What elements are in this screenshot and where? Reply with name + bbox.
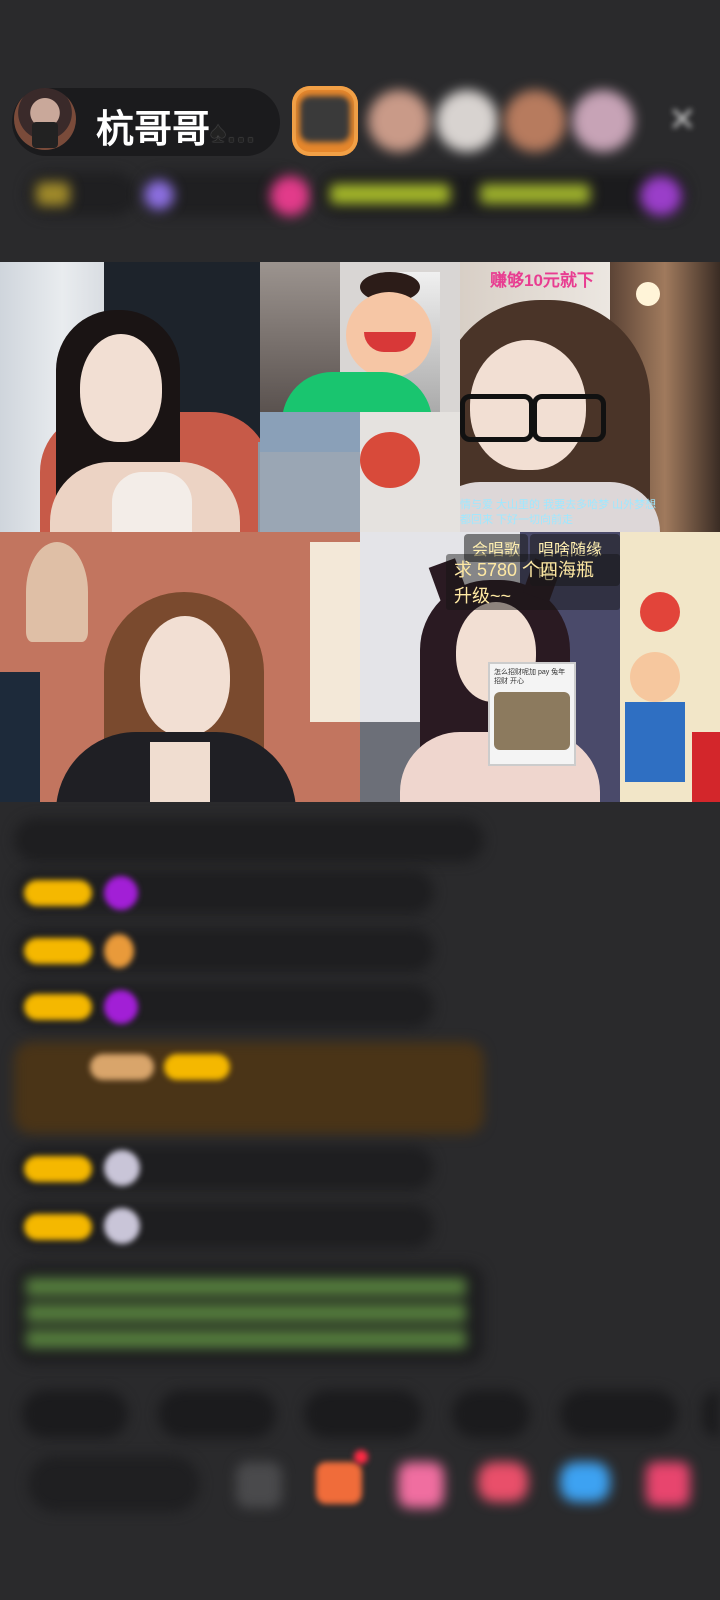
quick-reply-chip[interactable] [304,1390,422,1438]
quick-reply-chip[interactable] [22,1390,128,1438]
activity-icon[interactable] [640,176,682,216]
phone-screen: 怎么招财呢加 pay 兔年招财 开心 [488,662,576,766]
red-envelope [692,732,720,802]
host-name[interactable]: 杭哥哥♠… [96,98,256,153]
level-gem-icon [104,876,138,910]
level-gem-icon [104,1150,140,1186]
video-tile-5[interactable]: 怎么招财呢加 pay 兔年招财 开心 会唱歌 唱啥随缘吧 求 5780 个四海瓶… [360,532,620,802]
quick-reply-chip[interactable] [452,1390,530,1438]
highlight-message [14,1042,484,1134]
glasses-right [532,394,606,442]
neck [150,742,210,802]
gift-icon[interactable] [398,1462,444,1508]
video-tile-3[interactable]: 赚够10元就下 情与爱 大山里的 我要去多哈梦 山外梦想都回来 下好一切向前走 [460,262,720,532]
host-avatar[interactable] [14,88,76,150]
level-gem-icon [104,1208,140,1244]
streamer-face [140,616,230,736]
character-art [630,652,680,702]
fan-badge [24,1156,92,1182]
host-name-text: 杭哥哥 [96,109,211,151]
dreamcatcher [26,542,88,642]
curtain [310,542,360,722]
video-tile-3-background [360,412,460,532]
character-art [640,592,680,632]
phone-overlay-text: 怎么招财呢加 pay 兔年招财 开心 [494,669,566,685]
chat-message [14,818,484,862]
comment-input[interactable] [28,1456,200,1512]
fan-badge [24,1214,92,1240]
microphone-stand [0,672,40,802]
video-tile-2[interactable] [260,262,460,412]
gift-circle-icon[interactable] [270,176,310,216]
quick-reply-chip[interactable] [158,1390,276,1438]
popularity-icon [144,180,174,210]
red-packet-icon[interactable] [478,1462,528,1502]
glasses-left [460,394,534,442]
viewer-avatar[interactable] [572,90,634,152]
level-gem-icon [104,990,138,1024]
close-icon[interactable]: ✕ [668,100,697,140]
viewer-avatar[interactable] [368,90,430,152]
viewer-avatar[interactable] [436,90,498,152]
host-name-suffix: ♠… [210,116,256,149]
lamp [636,282,660,306]
level-gem-icon [104,934,134,968]
gift-box-icon[interactable] [316,1462,362,1504]
activity-label [480,184,590,204]
viewer-avatar[interactable] [504,90,566,152]
tile-banner: 求 5780 个四海瓶升级~~ [446,554,620,610]
rank-icon [36,182,70,206]
rabbit-image [494,692,570,750]
video-tile-6[interactable] [620,532,720,802]
tile-caption: 赚够10元就下 [490,271,594,290]
fan-badge [24,994,92,1020]
plush-toy [360,432,420,488]
activity-label [330,184,450,204]
top [112,472,192,532]
streamer-face [80,334,162,442]
fan-badge [90,1054,154,1080]
shop-icon[interactable] [646,1462,690,1506]
video-tile-1-background [260,412,360,532]
fan-badge [164,1054,230,1080]
game-icon[interactable] [560,1462,610,1502]
viewer-avatar-featured[interactable] [292,86,358,156]
system-notice-text [26,1278,466,1352]
background-object [260,452,360,532]
video-subtitle: 情与爱 大山里的 我要去多哈梦 山外梦想都回来 下好一切向前走 [460,499,657,526]
fan-badge [24,938,92,964]
character-art [625,702,685,782]
quick-reply-chip[interactable] [702,1390,720,1438]
notification-dot [354,1450,368,1464]
video-tile-4[interactable] [0,532,360,802]
more-options-icon[interactable] [236,1462,282,1508]
quick-reply-chip[interactable] [560,1390,678,1438]
fan-badge [24,880,92,906]
